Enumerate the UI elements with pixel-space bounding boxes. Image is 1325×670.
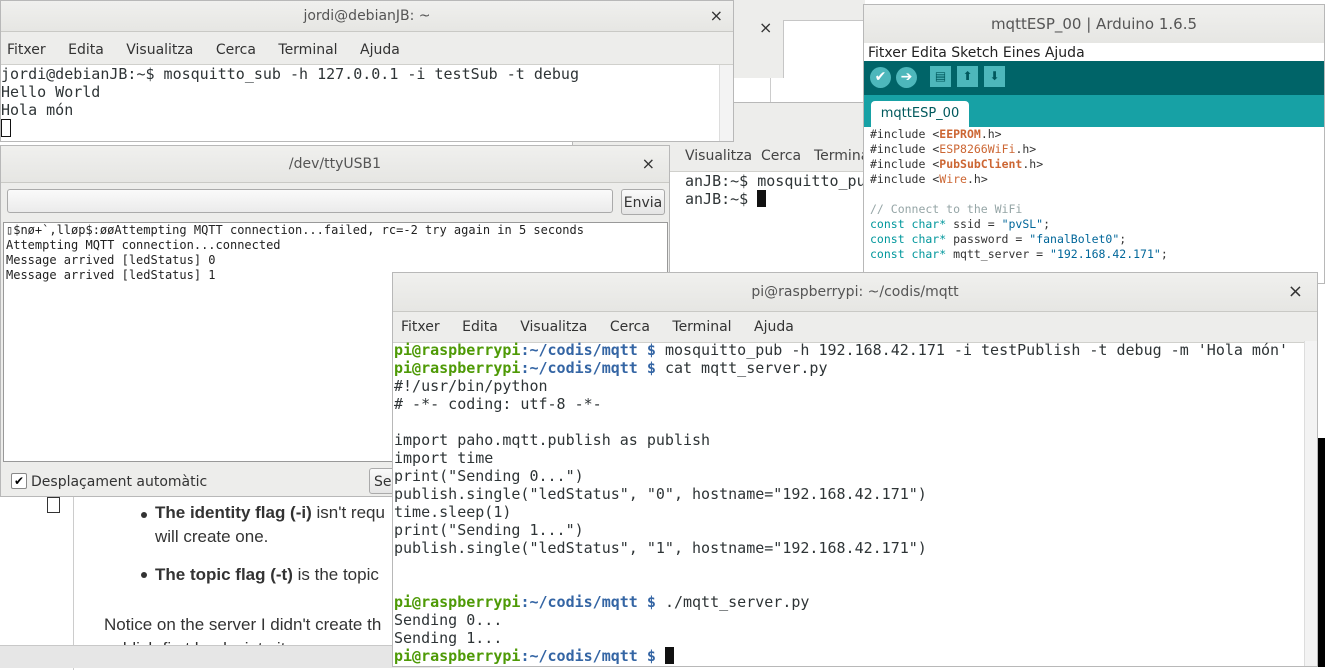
arduino-ide-window[interactable]: mqttESP_00 | Arduino 1.6.5 Fitxer Edita … bbox=[863, 4, 1325, 284]
menu-cerca[interactable]: Cerca bbox=[761, 141, 801, 171]
scrollbar[interactable] bbox=[1304, 341, 1317, 666]
menu-edita[interactable]: Edita bbox=[462, 319, 498, 335]
menu-visualitza[interactable]: Visualitza bbox=[126, 42, 193, 58]
cursor bbox=[757, 190, 767, 207]
menu-ajuda[interactable]: Ajuda bbox=[1045, 45, 1085, 61]
article-bullet-2: The topic flag (-t) is the topic bbox=[155, 565, 379, 584]
window-title: /dev/ttyUSB1 bbox=[288, 156, 382, 172]
window-title: jordi@debianJB: ~ bbox=[303, 8, 431, 24]
terminal-output: jordi@debianJB:~$ mosquitto_sub -h 127.0… bbox=[1, 65, 579, 138]
article-bullet-1-line2: will create one. bbox=[155, 527, 269, 546]
menubar: Fitxer Edita Visualitza Cerca Terminal A… bbox=[1, 32, 733, 65]
menu-cerca[interactable]: Cerca bbox=[610, 319, 650, 335]
menu-sketch[interactable]: Sketch bbox=[951, 45, 998, 61]
close-icon[interactable]: × bbox=[1288, 273, 1303, 311]
terminal-window-raspberrypi[interactable]: pi@raspberrypi: ~/codis/mqtt × Fitxer Ed… bbox=[392, 272, 1318, 667]
tab-mqttesp00[interactable]: mqttESP_00 bbox=[871, 101, 969, 127]
menu-edita[interactable]: Edita bbox=[911, 45, 947, 61]
titlebar[interactable]: jordi@debianJB: ~ × bbox=[1, 1, 733, 32]
background-window-pane bbox=[783, 20, 865, 78]
window-title: pi@raspberrypi: ~/codis/mqtt bbox=[751, 284, 959, 300]
autoscroll-checkbox[interactable]: ✔ bbox=[11, 473, 27, 489]
menu-edita[interactable]: Edita bbox=[68, 42, 104, 58]
menu-fitxer[interactable]: Fitxer bbox=[401, 319, 440, 335]
close-icon[interactable]: × bbox=[759, 18, 772, 37]
bullet-dot bbox=[141, 572, 147, 578]
terminal-output: pi@raspberrypi:~/codis/mqtt $ mosquitto_… bbox=[394, 341, 1289, 665]
background-window-edge bbox=[770, 78, 784, 102]
terminal-output: anJB:~$ mosquitto_pub anJB:~$ bbox=[685, 172, 872, 208]
cursor bbox=[1, 119, 11, 137]
code-editor[interactable]: #include <EEPROM.h> #include <ESP8266WiF… bbox=[870, 127, 1168, 262]
serial-send-input[interactable] bbox=[7, 189, 613, 213]
article-bullet-1: The identity flag (-i) isn't requ bbox=[155, 503, 385, 522]
save-icon[interactable]: ⬇ bbox=[984, 66, 1005, 87]
verify-icon[interactable]: ✔ bbox=[870, 67, 891, 88]
article-paragraph-line1: Notice on the server I didn't create th bbox=[104, 615, 382, 634]
scrollbar[interactable] bbox=[719, 65, 733, 141]
terminal-window-debian[interactable]: jordi@debianJB: ~ × Fitxer Edita Visuali… bbox=[0, 0, 734, 142]
menu-fitxer[interactable]: Fitxer bbox=[868, 45, 907, 61]
menu-eines[interactable]: Eines bbox=[1003, 45, 1041, 61]
menubar: Fitxer Edita Sketch Eines Ajuda bbox=[864, 43, 1324, 61]
menu-ajuda[interactable]: Ajuda bbox=[754, 319, 794, 335]
arduino-console-strip bbox=[1317, 438, 1325, 667]
menu-terminal[interactable]: Termina bbox=[814, 141, 869, 171]
menubar: Fitxer Edita Visualitza Cerca Terminal A… bbox=[393, 312, 1317, 343]
window-title: mqttESP_00 | Arduino 1.6.5 bbox=[990, 15, 1198, 33]
menu-fitxer[interactable]: Fitxer bbox=[7, 42, 46, 58]
menu-cerca[interactable]: Cerca bbox=[216, 42, 256, 58]
titlebar[interactable]: pi@raspberrypi: ~/codis/mqtt × bbox=[393, 273, 1317, 312]
cursor bbox=[664, 647, 674, 664]
new-icon[interactable]: ▤ bbox=[930, 66, 951, 87]
menu-ajuda[interactable]: Ajuda bbox=[360, 42, 400, 58]
browser-bottom-bar bbox=[0, 645, 440, 668]
autoscroll-label: Desplaçament automàtic bbox=[31, 474, 208, 490]
titlebar[interactable]: mqttESP_00 | Arduino 1.6.5 bbox=[864, 5, 1324, 44]
menu-visualitza[interactable]: Visualitza bbox=[520, 319, 587, 335]
open-icon[interactable]: ⬆ bbox=[957, 66, 978, 87]
text-cursor-box bbox=[47, 497, 60, 513]
upload-icon[interactable]: ➔ bbox=[896, 67, 917, 88]
close-icon[interactable]: × bbox=[710, 1, 723, 31]
menu-terminal[interactable]: Terminal bbox=[278, 42, 337, 58]
arduino-tabbar: mqttESP_00 bbox=[864, 95, 1324, 127]
bullet-dot bbox=[141, 512, 147, 518]
send-button[interactable]: Envia bbox=[621, 189, 665, 215]
menu-terminal[interactable]: Terminal bbox=[672, 319, 731, 335]
background-window: × bbox=[733, 0, 865, 78]
menu-visualitza[interactable]: Visualitza bbox=[685, 141, 752, 171]
close-icon[interactable]: × bbox=[642, 146, 655, 182]
titlebar[interactable]: /dev/ttyUSB1 × bbox=[1, 146, 669, 183]
arduino-toolbar: ✔ ➔ ▤ ⬆ ⬇ bbox=[864, 61, 1324, 95]
